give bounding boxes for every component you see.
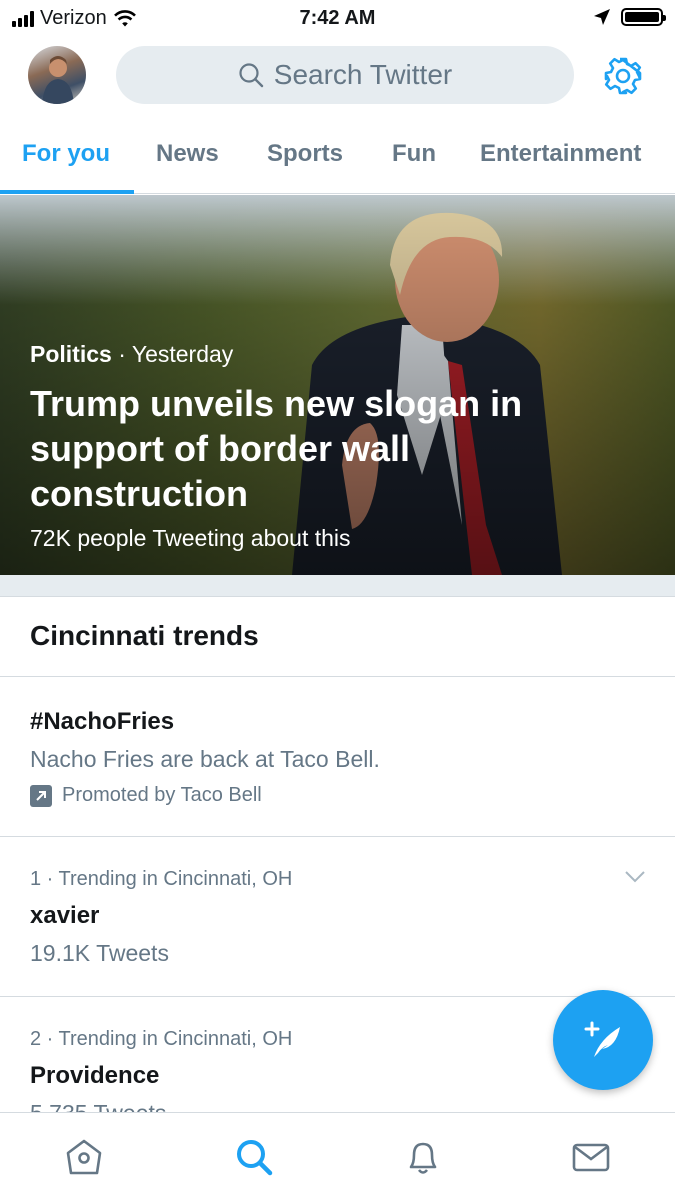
compose-tweet-icon	[584, 1021, 620, 1057]
trend-count: 19.1K Tweets	[30, 940, 169, 966]
trends-section-title: Cincinnati trends	[30, 620, 259, 651]
section-gap	[0, 575, 675, 597]
home-icon[interactable]	[64, 1137, 104, 1177]
search-tab-icon[interactable]	[234, 1137, 274, 1177]
trend-name: Providence	[30, 1062, 160, 1089]
story-headline[interactable]: Trump unveils new slogan in support of b…	[30, 381, 590, 516]
tab-for-you[interactable]: For you	[22, 140, 110, 168]
compose-tweet-button[interactable]	[553, 990, 653, 1090]
location-arrow-icon	[594, 9, 610, 25]
story-meta: Politics · Yesterday	[30, 341, 234, 367]
tab-fun[interactable]: Fun	[392, 140, 436, 168]
promoted-by: Promoted by Taco Bell	[62, 784, 262, 806]
divider	[0, 676, 675, 677]
story-subtext: 72K people Tweeting about this	[30, 525, 351, 551]
tab-news[interactable]: News	[156, 140, 219, 168]
divider	[0, 996, 675, 997]
active-tab-indicator	[0, 190, 134, 194]
status-time: 7:42 AM	[299, 7, 376, 29]
trend-description: Nacho Fries are back at Taco Bell.	[30, 746, 380, 772]
story-time: Yesterday	[131, 341, 234, 367]
trend-meta: 1 · Trending in Cincinnati, OH	[30, 868, 293, 890]
story-category: Politics	[30, 341, 112, 367]
tab-sports[interactable]: Sports	[267, 140, 343, 168]
featured-story[interactable]: Politics · Yesterday Trump unveils new s…	[0, 195, 675, 575]
promoted-icon	[30, 784, 52, 807]
explore-tabs: For you News Sports Fun Entertainment	[0, 128, 675, 194]
bottom-tab-bar	[0, 1112, 675, 1200]
divider	[0, 836, 675, 837]
avatar[interactable]	[28, 46, 86, 104]
mail-icon[interactable]	[571, 1137, 611, 1177]
search-placeholder: Search Twitter	[273, 59, 453, 90]
search-icon	[239, 63, 263, 88]
search-input[interactable]: Search Twitter	[116, 46, 574, 104]
bell-icon[interactable]	[403, 1137, 443, 1177]
gear-icon[interactable]	[604, 57, 642, 95]
battery-icon	[621, 8, 666, 26]
trend-name: #NachoFries	[30, 708, 175, 735]
tab-entertainment[interactable]: Entertainment	[480, 140, 641, 168]
trend-name: xavier	[30, 902, 100, 929]
chevron-down-icon[interactable]	[624, 870, 646, 884]
trend-meta: 2 · Trending in Cincinnati, OH	[30, 1028, 293, 1050]
status-bar: Verizon 7:42 AM	[0, 0, 675, 38]
promoted-label: Promoted by Taco Bell	[30, 784, 262, 807]
